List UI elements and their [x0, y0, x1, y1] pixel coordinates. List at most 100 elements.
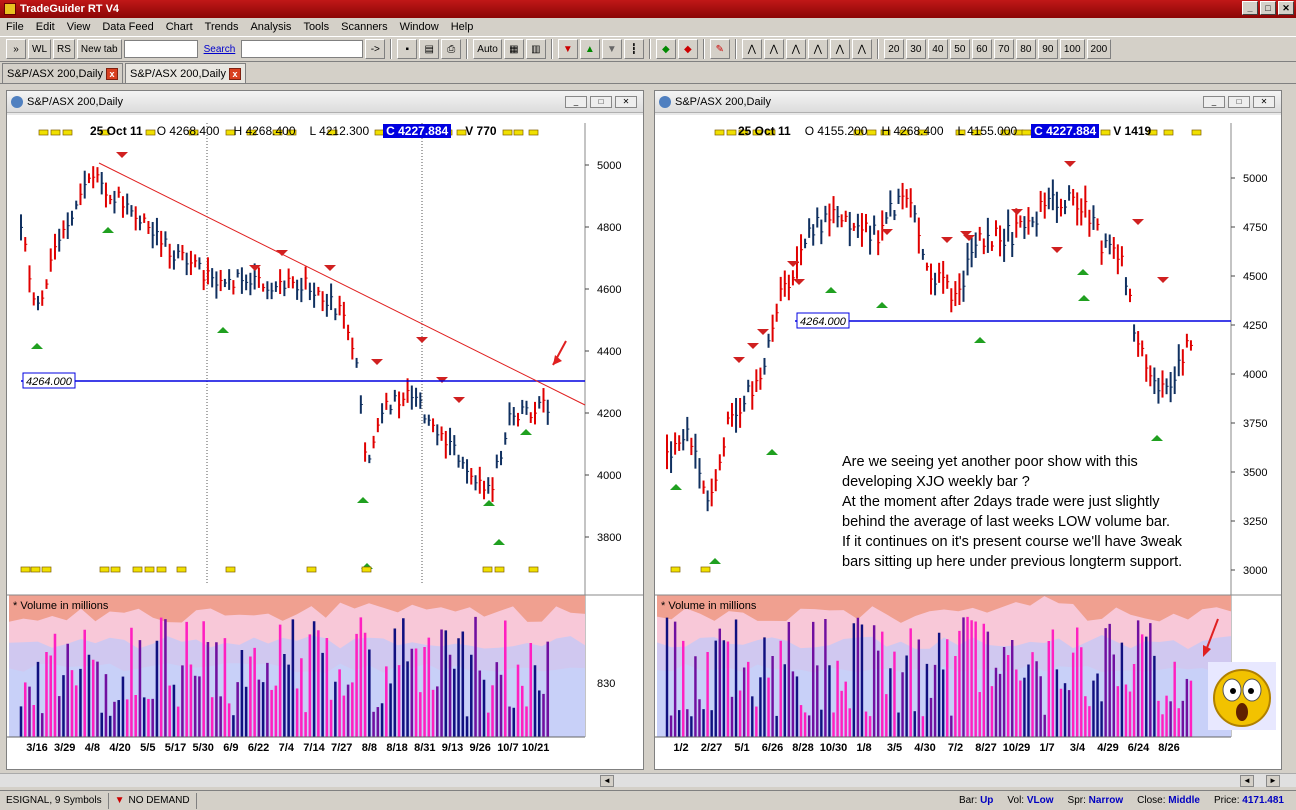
right-open: O 4155.200 [804, 124, 868, 138]
trend-icon-1[interactable]: ⋀ [741, 39, 762, 59]
chart-annotation-text: Are we seeing yet another poor show with… [842, 454, 1183, 570]
close-icon[interactable]: x [106, 67, 118, 80]
value: 4171.481 [1242, 795, 1284, 806]
yellow-indicator [30, 566, 41, 573]
menu-scanners[interactable]: Scanners [335, 21, 393, 33]
zoom-90[interactable]: 90 [1037, 39, 1058, 59]
x-tick-label: 7/27 [331, 742, 352, 754]
y-tick-label: 5000 [1243, 173, 1267, 185]
value: VLow [1026, 795, 1054, 806]
trend-icon-4[interactable]: ⋀ [807, 39, 828, 59]
maximize-button[interactable]: □ [1260, 1, 1276, 15]
right-ohlc-readout: 25 Oct 11 O 4155.200 H 4268.400 L 4155.0… [738, 124, 1151, 138]
maximize-button[interactable]: □ [590, 96, 612, 108]
y-tick-label: 4250 [1243, 320, 1267, 332]
scroll-left-icon[interactable]: ◄ [600, 775, 614, 787]
left-price-chart[interactable]: 5000 4800 4600 4400 4200 4000 3800 * Volume in … [7, 115, 643, 769]
close-button[interactable]: ✕ [1253, 96, 1275, 108]
close-icon[interactable]: x [229, 67, 241, 80]
bars-icon[interactable]: ┇ [623, 39, 644, 59]
x-tick-label: 3/16 [26, 742, 47, 754]
signal-both-icon[interactable]: ▲ [579, 39, 600, 59]
layout-icon[interactable]: ▥ [525, 39, 546, 59]
yellow-indicator [225, 566, 236, 573]
forward-icon[interactable]: » [6, 39, 26, 59]
signal-down-icon[interactable]: ▼ [557, 39, 578, 59]
y-tick-label: 4400 [597, 346, 621, 358]
y-tick-label: 3250 [1243, 516, 1267, 528]
search-link[interactable]: Search [204, 44, 236, 55]
right-chart-titlebar: S&P/ASX 200,Daily _ □ ✕ [655, 91, 1281, 113]
signal-grey-icon[interactable]: ▼ [601, 39, 622, 59]
zoom-60[interactable]: 60 [971, 39, 992, 59]
menu-analysis[interactable]: Analysis [244, 21, 297, 33]
zoom-30[interactable]: 30 [905, 39, 926, 59]
go-button[interactable]: -> [365, 39, 386, 59]
close-button[interactable]: ✕ [1278, 1, 1294, 15]
zoom-200[interactable]: 200 [1086, 39, 1112, 59]
zoom-50[interactable]: 50 [949, 39, 970, 59]
x-tick-label: 3/29 [54, 742, 75, 754]
scroll-end-icon[interactable]: ► [1266, 775, 1280, 787]
x-tick-label: 7/4 [279, 742, 295, 754]
value: Middle [1168, 795, 1200, 806]
auto-button[interactable]: Auto [473, 39, 502, 59]
menu-file[interactable]: File [0, 21, 30, 33]
minimize-button[interactable]: _ [565, 96, 587, 108]
watchlist-button[interactable]: WL [28, 39, 51, 59]
x-tick-label: 6/26 [762, 742, 783, 754]
zoom-70[interactable]: 70 [993, 39, 1014, 59]
markers-red-icon[interactable]: ◆ [677, 39, 698, 59]
menu-tools[interactable]: Tools [297, 21, 335, 33]
new-tab-button[interactable]: New tab [76, 39, 122, 59]
zoom-40[interactable]: 40 [927, 39, 948, 59]
scroll-right-icon[interactable]: ◄ [1240, 775, 1254, 787]
yellow-indicator [306, 566, 317, 573]
print-icon[interactable]: ⎙ [441, 39, 462, 59]
zoom-100[interactable]: 100 [1059, 39, 1085, 59]
yellow-indicator [62, 129, 73, 136]
symbol-input[interactable] [123, 40, 198, 58]
rs-button[interactable]: RS [53, 39, 75, 59]
x-tick-label: 3/5 [887, 742, 902, 754]
maximize-button[interactable]: □ [1228, 96, 1250, 108]
save-icon[interactable]: ▪ [397, 39, 418, 59]
minimize-button[interactable]: _ [1203, 96, 1225, 108]
right-chart-window: S&P/ASX 200,Daily _ □ ✕ 5000 4750 4500 4250… [654, 90, 1282, 770]
volume-tick-label: 830 [597, 678, 615, 690]
tab-chart-1[interactable]: S&P/ASX 200,Daily x [2, 63, 123, 83]
menu-edit[interactable]: Edit [30, 21, 61, 33]
pin-icon[interactable]: ✎ [709, 39, 730, 59]
x-tick-label: 10/30 [820, 742, 848, 754]
trend-icon-2[interactable]: ⋀ [763, 39, 784, 59]
menu-chart[interactable]: Chart [160, 21, 199, 33]
horizontal-scrollbar[interactable]: ◄ ◄ ► [0, 773, 1296, 787]
open-folder-icon[interactable]: ▤ [419, 39, 440, 59]
chart-icon [659, 95, 671, 108]
zoom-20[interactable]: 20 [883, 39, 904, 59]
menu-trends[interactable]: Trends [199, 21, 245, 33]
trend-icon-6[interactable]: ⋀ [851, 39, 872, 59]
minimize-button[interactable]: _ [1242, 1, 1258, 15]
menu-data-feed[interactable]: Data Feed [96, 21, 159, 33]
x-tick-label: 5/1 [734, 742, 749, 754]
close-button[interactable]: ✕ [615, 96, 637, 108]
yellow-indicator [156, 566, 167, 573]
menu-help[interactable]: Help [445, 21, 480, 33]
menu-window[interactable]: Window [394, 21, 445, 33]
yellow-indicator [110, 566, 121, 573]
right-price-chart[interactable]: 5000 4750 4500 4250 4000 3750 3500 3250 3000 * Vo… [655, 115, 1281, 769]
zoom-80[interactable]: 80 [1015, 39, 1036, 59]
x-tick-label: 5/17 [165, 742, 186, 754]
menu-view[interactable]: View [61, 21, 97, 33]
y-tick-label: 3750 [1243, 418, 1267, 430]
trend-icon-5[interactable]: ⋀ [829, 39, 850, 59]
search-dropdown[interactable] [241, 40, 364, 58]
markers-icon[interactable]: ◆ [655, 39, 676, 59]
grid-icon[interactable]: ▦ [503, 39, 524, 59]
tab-chart-2[interactable]: S&P/ASX 200,Daily x [125, 63, 246, 83]
status-feed: ESIGNAL, 9 Symbols [0, 792, 109, 809]
yellow-indicator [144, 566, 155, 573]
yellow-indicator [502, 129, 513, 136]
trend-icon-3[interactable]: ⋀ [785, 39, 806, 59]
